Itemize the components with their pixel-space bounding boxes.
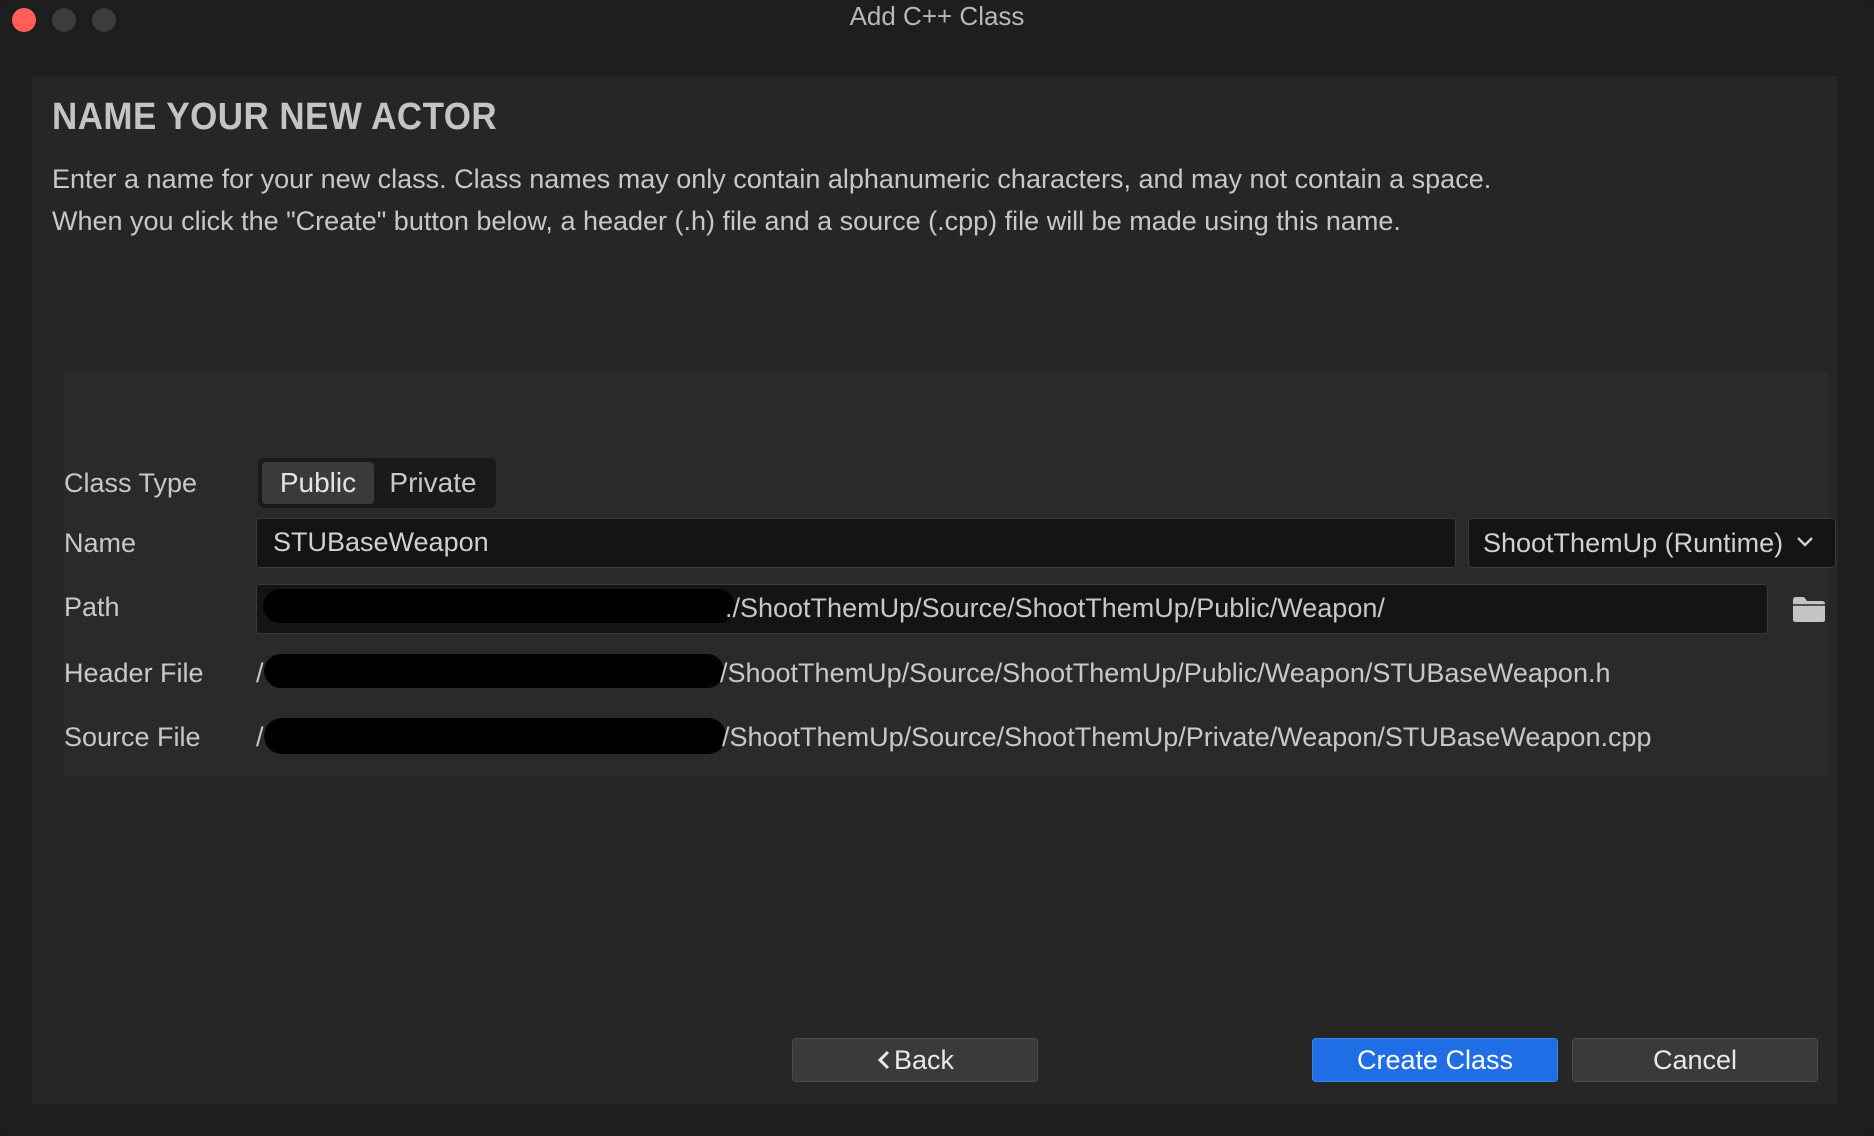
class-type-toggle: Public Private — [258, 458, 496, 508]
path-value: ./ShootThemUp/Source/ShootThemUp/Public/… — [725, 593, 1385, 623]
class-type-private-option[interactable]: Private — [374, 462, 492, 504]
class-name-input[interactable]: STUBaseWeapon — [256, 518, 1456, 568]
title-bar: Add C++ Class — [0, 0, 1874, 54]
header-file-path: /ShootThemUp/Source/ShootThemUp/Public/W… — [720, 658, 1611, 688]
class-settings-form: Class Type Public Private Name STUBaseWe… — [64, 372, 1836, 776]
redacted-source-segment — [264, 718, 726, 754]
content-panel: NAME YOUR NEW ACTOR Enter a name for you… — [32, 76, 1838, 1104]
back-button[interactable]: Back — [792, 1038, 1038, 1082]
window-title: Add C++ Class — [849, 1, 1025, 31]
class-name-value: STUBaseWeapon — [273, 527, 489, 557]
cancel-button[interactable]: Cancel — [1572, 1038, 1818, 1082]
path-input[interactable]: ./ShootThemUp/Source/ShootThemUp/Public/… — [256, 584, 1768, 634]
path-label: Path — [64, 592, 120, 622]
name-label: Name — [64, 528, 137, 558]
header-file-label: Header File — [64, 658, 204, 688]
header-file-prefix: / — [256, 658, 264, 688]
description-line-2: When you click the "Create" button below… — [52, 206, 1401, 236]
create-class-button[interactable]: Create Class — [1312, 1038, 1558, 1082]
add-class-window: Add C++ Class NAME YOUR NEW ACTOR Enter … — [0, 0, 1874, 1136]
chevron-down-icon — [1797, 537, 1813, 547]
back-button-label: Back — [893, 1045, 955, 1075]
class-type-label: Class Type — [64, 468, 198, 498]
redacted-path-segment — [263, 589, 735, 623]
class-type-public-option[interactable]: Public — [262, 462, 374, 504]
source-file-path: /ShootThemUp/Source/ShootThemUp/Private/… — [722, 722, 1652, 752]
redacted-header-segment — [264, 654, 724, 688]
page-heading: NAME YOUR NEW ACTOR — [52, 96, 498, 138]
source-file-prefix: / — [256, 722, 264, 752]
module-dropdown-value: ShootThemUp (Runtime) — [1483, 528, 1784, 558]
source-file-label: Source File — [64, 722, 201, 752]
module-dropdown[interactable]: ShootThemUp (Runtime) — [1468, 518, 1836, 568]
description-line-1: Enter a name for your new class. Class n… — [52, 164, 1492, 194]
chevron-left-icon — [877, 1050, 890, 1070]
page-description: Enter a name for your new class. Class n… — [52, 158, 1491, 242]
folder-icon[interactable] — [1791, 594, 1827, 624]
